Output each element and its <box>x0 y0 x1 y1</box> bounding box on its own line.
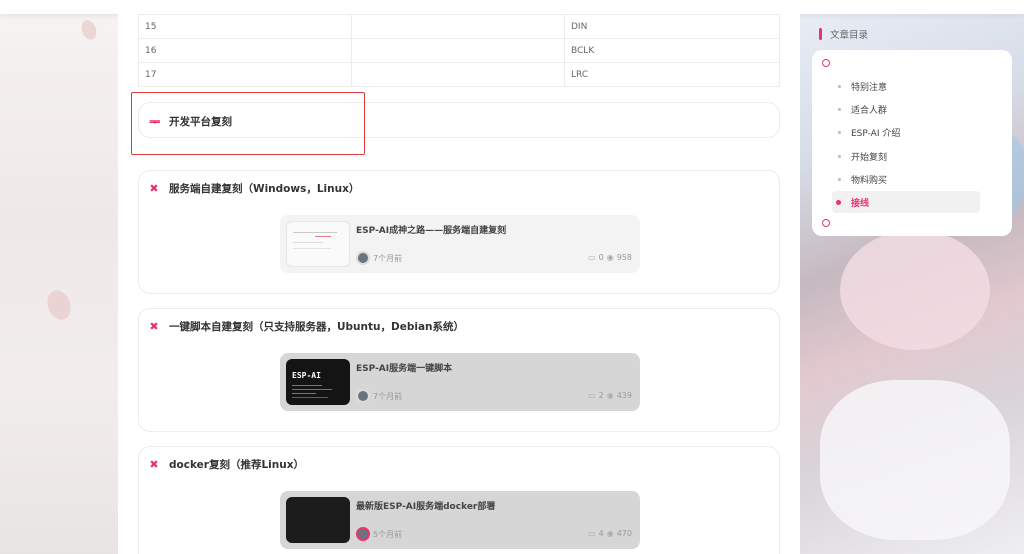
post-title[interactable]: ESP-AI成神之路——服务端自建复刻 <box>356 223 506 236</box>
comment-icon: ▭ <box>588 253 596 262</box>
eye-icon: ◉ <box>606 529 614 538</box>
bullet-icon <box>836 199 841 205</box>
view-count: 958 <box>616 253 632 262</box>
accent-bar <box>819 28 822 40</box>
post-thumbnail <box>286 497 350 543</box>
post-title[interactable]: ESP-AI服务端一键脚本 <box>356 361 452 374</box>
toc-item[interactable]: ESP-AI 介绍 <box>838 126 900 139</box>
toc-end-marker <box>822 219 830 227</box>
table-row: 15 DIN <box>138 14 780 39</box>
table-row: 16 BCLK <box>138 38 780 63</box>
close-x-icon: ✖ <box>149 182 159 195</box>
post-card[interactable]: 最新版ESP-AI服务端docker部署 5个月前 ▭ 4 ◉ 470 <box>280 491 640 549</box>
view-count: 470 <box>616 529 632 538</box>
post-time: 7个月前 <box>373 254 403 263</box>
bullet-icon <box>838 178 841 181</box>
post-time: 7个月前 <box>373 392 403 401</box>
section-header[interactable]: ✖ 服务端自建复刻（Windows，Linux） <box>149 181 359 196</box>
toc-item[interactable]: 特别注意 <box>838 80 887 93</box>
post-title[interactable]: 最新版ESP-AI服务端docker部署 <box>356 499 495 512</box>
post-stats: ▭ 4 ◉ 470 <box>588 529 632 538</box>
eye-icon: ◉ <box>606 253 614 262</box>
highlight-annotation-box <box>131 92 365 155</box>
avatar <box>356 527 370 541</box>
table-row: 17 LRC <box>138 62 780 87</box>
section-title: 一键脚本自建复刻（只支持服务器，Ubuntu，Debian系统） <box>169 321 464 333</box>
comment-icon: ▭ <box>588 529 596 538</box>
background-art-left <box>0 0 120 554</box>
section-docker: ✖ docker复刻（推荐Linux） 最新版ESP-AI服务端docker部署… <box>138 446 780 554</box>
pin-table: 15 DIN 16 BCLK 17 LRC <box>138 14 780 87</box>
section-script-build: ✖ 一键脚本自建复刻（只支持服务器，Ubuntu，Debian系统） ESP-A… <box>138 308 780 432</box>
eye-icon: ◉ <box>606 391 614 400</box>
view-count: 439 <box>616 391 632 400</box>
article-content: 15 DIN 16 BCLK 17 LRC ᆍ 开发平台复刻 ✖ 服务端自建复刻… <box>118 14 800 554</box>
section-title: docker复刻（推荐Linux） <box>169 459 304 471</box>
bullet-icon <box>838 155 841 158</box>
toc-item[interactable]: 适合人群 <box>838 103 887 116</box>
post-thumbnail: ESP-AI <box>286 359 350 405</box>
post-thumbnail <box>286 221 350 267</box>
close-x-icon: ✖ <box>149 458 159 471</box>
section-title: 服务端自建复刻（Windows，Linux） <box>169 183 360 195</box>
post-card[interactable]: ESP-AI成神之路——服务端自建复刻 7个月前 ▭ 0 ◉ 958 <box>280 215 640 273</box>
comment-count: 0 <box>598 253 604 262</box>
post-time: 5个月前 <box>373 530 403 539</box>
post-stats: ▭ 2 ◉ 439 <box>588 391 632 400</box>
avatar <box>356 389 370 403</box>
toc-title: 文章目录 <box>830 30 869 41</box>
toc-heading: 文章目录 <box>819 27 868 41</box>
section-server-build: ✖ 服务端自建复刻（Windows，Linux） ESP-AI成神之路——服务端… <box>138 170 780 294</box>
comment-icon: ▭ <box>588 391 596 400</box>
thumbnail-logo-text: ESP-AI <box>292 371 321 380</box>
bullet-icon <box>838 131 841 134</box>
top-navigation-bar <box>0 0 1024 14</box>
toc-item[interactable]: 物料购买 <box>838 173 887 186</box>
toc-start-marker <box>822 59 830 67</box>
toc-item-active[interactable]: 接线 <box>832 191 980 213</box>
toc-panel: 特别注意 适合人群 ESP-AI 介绍 开始复刻 物料购买 接线 <box>812 50 1012 236</box>
avatar <box>356 251 370 265</box>
comment-count: 2 <box>598 391 604 400</box>
bullet-icon <box>838 85 841 88</box>
toc-item[interactable]: 开始复刻 <box>838 150 887 163</box>
section-header[interactable]: ✖ docker复刻（推荐Linux） <box>149 457 304 472</box>
post-stats: ▭ 0 ◉ 958 <box>588 253 632 262</box>
section-header[interactable]: ✖ 一键脚本自建复刻（只支持服务器，Ubuntu，Debian系统） <box>149 319 464 334</box>
comment-count: 4 <box>598 529 604 538</box>
close-x-icon: ✖ <box>149 320 159 333</box>
bullet-icon <box>838 108 841 111</box>
post-card[interactable]: ESP-AI ESP-AI服务端一键脚本 7个月前 ▭ 2 ◉ 439 <box>280 353 640 411</box>
